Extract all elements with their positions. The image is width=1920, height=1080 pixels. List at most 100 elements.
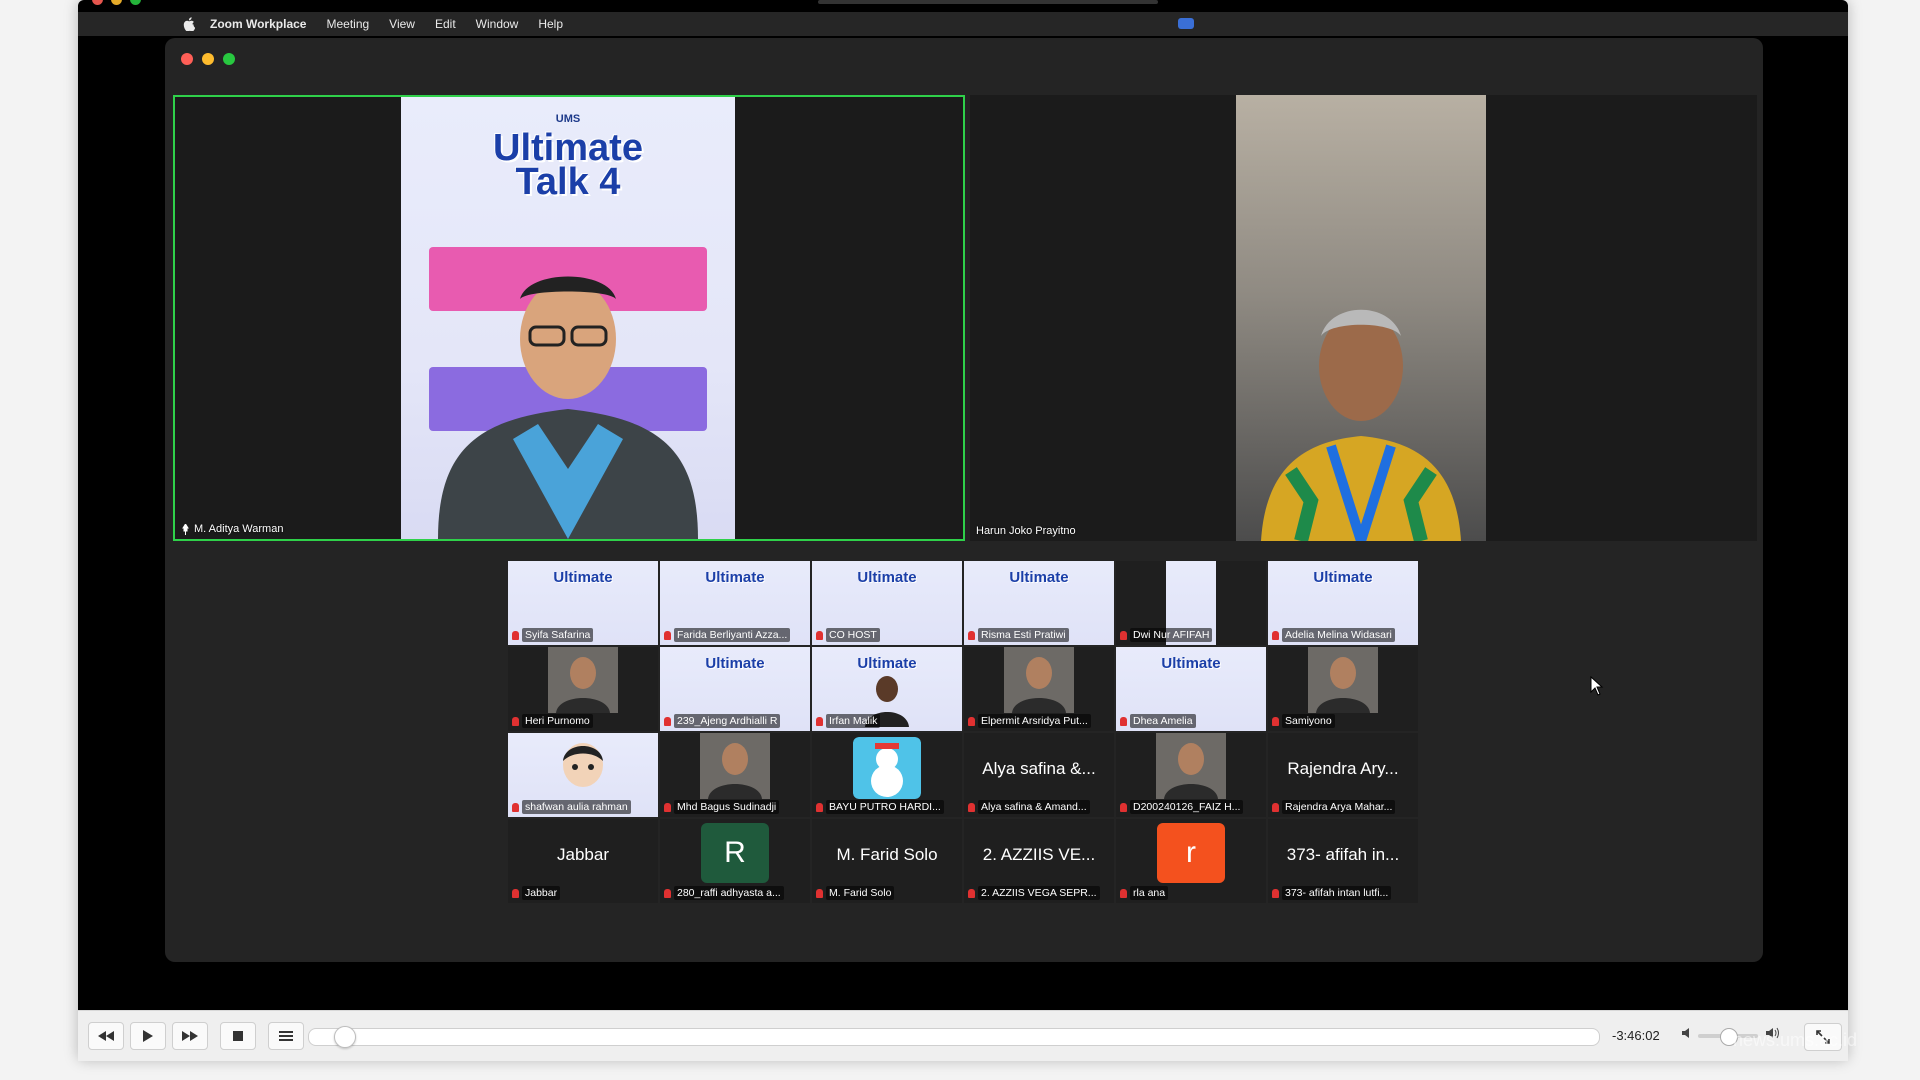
participant-name-label: Alya safina & Amand... (968, 800, 1110, 814)
participant-name-label: Dhea Amelia (1120, 714, 1262, 728)
cursor-icon (1590, 676, 1604, 696)
participant-tile[interactable]: Jabbar Jabbar (508, 819, 658, 903)
mic-muted-icon (1272, 630, 1279, 640)
speaker-tile-active[interactable]: UMS Ultimate Talk 4 M. Aditya Warman (173, 95, 965, 541)
participant-name: Alya safina & Amand... (978, 800, 1090, 814)
mic-muted-icon (968, 888, 975, 898)
mic-muted-icon (1120, 716, 1127, 726)
participant-name: D200240126_FAIZ H... (1130, 800, 1244, 814)
speaker-person-icon (438, 276, 698, 539)
participant-name-label: Dwi Nur AFIFAH (1120, 628, 1262, 642)
mic-muted-icon (512, 888, 519, 898)
participant-name: Irfan Malik (826, 714, 881, 728)
participant-tile[interactable]: Alya safina &... Alya safina & Amand... (964, 733, 1114, 817)
participant-tile[interactable]: Elpermit Arsridya Put... (964, 647, 1114, 731)
mic-muted-icon (968, 716, 975, 726)
menu-view[interactable]: View (389, 17, 415, 31)
apple-icon[interactable] (182, 17, 196, 31)
play-icon (143, 1030, 153, 1042)
participant-tile[interactable]: 373- afifah in... 373- afifah intan lutfi… (1268, 819, 1418, 903)
watermark: news.ums.ac.id (1733, 1030, 1858, 1050)
participant-name-label: Samiyono (1272, 714, 1414, 728)
participant-tile[interactable]: Dwi Nur AFIFAH (1116, 561, 1266, 645)
participant-name-label: shafwan aulia rahman (512, 800, 654, 814)
mic-muted-icon (968, 630, 975, 640)
menu-meeting[interactable]: Meeting (326, 17, 369, 31)
participant-name: Jabbar (522, 886, 561, 900)
fast-forward-icon (182, 1031, 198, 1041)
participant-tile[interactable]: 2. AZZIIS VE... 2. AZZIIS VEGA SEPR... (964, 819, 1114, 903)
participant-tile[interactable]: Heri Purnomo (508, 647, 658, 731)
mic-muted-icon (1120, 888, 1127, 898)
participant-name: 2. AZZIIS VEGA SEPR... (978, 886, 1100, 900)
participant-tile[interactable]: Ultimate Irfan Malik (812, 647, 962, 731)
participant-photo-icon (1308, 647, 1378, 713)
participant-photo-icon (548, 647, 618, 713)
participant-tile[interactable]: Mhd Bagus Sudinadji (660, 733, 810, 817)
participant-name-label: D200240126_FAIZ H... (1120, 800, 1262, 814)
participant-tile[interactable]: Ultimate Dhea Amelia (1116, 647, 1266, 731)
volume-low-icon[interactable] (1682, 1027, 1694, 1042)
stop-icon (233, 1031, 243, 1041)
playlist-button[interactable] (268, 1022, 304, 1050)
progress-knob[interactable] (334, 1026, 357, 1048)
app-name-menu[interactable]: Zoom Workplace (210, 17, 306, 31)
participant-tile[interactable]: r rla ana (1116, 819, 1266, 903)
progress-slider[interactable] (308, 1026, 1600, 1048)
participant-tile[interactable]: Ultimate Adelia Melina Widasari (1268, 561, 1418, 645)
participant-tile[interactable]: D200240126_FAIZ H... (1116, 733, 1266, 817)
participant-name-label: Adelia Melina Widasari (1272, 628, 1414, 642)
participant-name-label: Jabbar (512, 886, 654, 900)
poster-thumb-title: Ultimate (705, 655, 765, 672)
mic-muted-icon (816, 802, 823, 812)
participant-tile[interactable]: Ultimate Syifa Safarina (508, 561, 658, 645)
mic-muted-icon (1120, 630, 1127, 640)
menu-window[interactable]: Window (476, 17, 519, 31)
participant-name: 239_Ajeng Ardhialli R (674, 714, 781, 728)
player-title-bar (818, 0, 1158, 4)
poster-org: UMS (555, 113, 581, 125)
participant-photo-icon (1156, 733, 1226, 799)
participant-name-label: 280_raffi adhyasta a... (664, 886, 806, 900)
player-close-icon[interactable] (92, 0, 103, 5)
zoom-close-icon[interactable] (181, 53, 193, 65)
speaker-name-label: M. Aditya Warman (181, 523, 283, 535)
mic-muted-icon (1120, 802, 1127, 812)
menu-help[interactable]: Help (538, 17, 563, 31)
snowman-avatar-icon (853, 737, 921, 799)
participant-name: Dhea Amelia (1130, 714, 1196, 728)
participant-tile[interactable]: Ultimate Farida Berliyanti Azza... (660, 561, 810, 645)
initial-avatar: r (1157, 823, 1225, 883)
fast-forward-button[interactable] (172, 1022, 208, 1050)
player-zoom-icon[interactable] (130, 0, 141, 5)
participant-tile[interactable]: Ultimate Risma Esti Pratiwi (964, 561, 1114, 645)
zoom-status-icon[interactable] (1178, 18, 1194, 29)
rewind-button[interactable] (88, 1022, 124, 1050)
zoom-minimize-icon[interactable] (202, 53, 214, 65)
participant-name-label: BAYU PUTRO HARDI... (816, 800, 958, 814)
participant-tile[interactable]: Ultimate CO HOST (812, 561, 962, 645)
poster-title-line1: Ultimate (493, 127, 643, 169)
participant-tile[interactable]: Samiyono (1268, 647, 1418, 731)
menu-edit[interactable]: Edit (435, 17, 456, 31)
participant-tile[interactable]: R 280_raffi adhyasta a... (660, 819, 810, 903)
zoom-window-controls (181, 53, 235, 65)
rewind-icon (98, 1031, 114, 1041)
stop-button[interactable] (220, 1022, 256, 1050)
mic-muted-icon (664, 802, 671, 812)
mic-muted-icon (512, 802, 519, 812)
participant-tile[interactable]: shafwan aulia rahman (508, 733, 658, 817)
poster-thumb-title: Ultimate (1161, 655, 1221, 672)
speaker-tile-secondary[interactable]: Harun Joko Prayitno (970, 95, 1757, 541)
participant-display-name: M. Farid Solo (836, 845, 938, 864)
play-button[interactable] (130, 1022, 166, 1050)
participant-tile[interactable]: Ultimate 239_Ajeng Ardhialli R (660, 647, 810, 731)
participant-tile[interactable]: M. Farid Solo M. Farid Solo (812, 819, 962, 903)
participant-name-label: Elpermit Arsridya Put... (968, 714, 1110, 728)
zoom-fullscreen-icon[interactable] (223, 53, 235, 65)
participant-tile[interactable]: BAYU PUTRO HARDI... (812, 733, 962, 817)
participant-name: Dwi Nur AFIFAH (1130, 628, 1213, 642)
player-minimize-icon[interactable] (111, 0, 122, 5)
participant-photo-icon (1004, 647, 1074, 713)
participant-tile[interactable]: Rajendra Ary... Rajendra Arya Mahar... (1268, 733, 1418, 817)
